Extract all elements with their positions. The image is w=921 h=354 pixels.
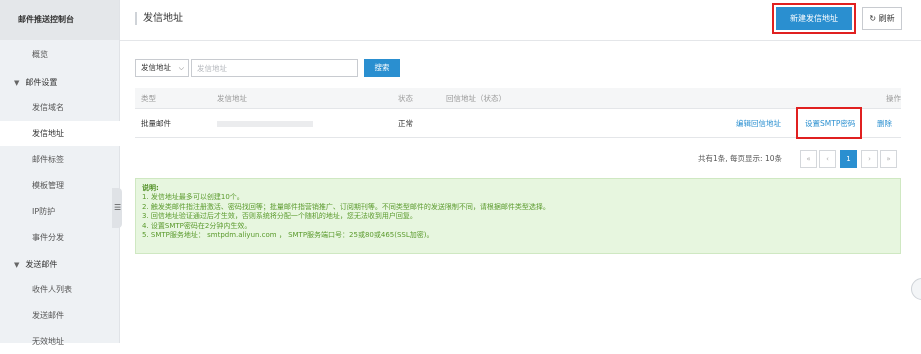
header: 发信地址 新建发信地址 ↻ 刷新: [120, 0, 921, 40]
collapse-icon: ☰: [114, 203, 122, 212]
edit-reply-address-link[interactable]: 编辑回信地址: [736, 109, 781, 138]
header-divider: [120, 40, 921, 41]
sidebar-item-overview[interactable]: 概览: [0, 42, 120, 67]
highlight-box: [772, 3, 856, 34]
pagination-summary: 共有1条, 每页显示: 10条: [698, 154, 782, 163]
next-page-button[interactable]: ›: [861, 150, 878, 168]
column-header-operations: 操作: [886, 94, 901, 103]
column-header-type: 类型: [141, 94, 156, 103]
sidebar-group-send-mail[interactable]: ▼ 发送邮件: [0, 252, 120, 277]
filter-field-select[interactable]: 发信地址 ⌵: [135, 59, 189, 77]
sidebar-item-sender-address[interactable]: 发信地址: [0, 121, 120, 146]
sidebar-item-label: 事件分发: [32, 233, 64, 242]
sidebar-group-mail-settings[interactable]: ▼ 邮件设置: [0, 70, 120, 95]
sidebar-item-label: 收件人列表: [32, 285, 72, 294]
sidebar-item-label: 邮件标签: [32, 155, 64, 164]
triangle-down-icon: ▼: [14, 261, 20, 269]
sidebar-item-label: 无效地址: [32, 337, 64, 346]
column-header-status: 状态: [398, 94, 413, 103]
first-page-button[interactable]: «: [800, 150, 817, 168]
notice-line: 4. 设置SMTP密码在2分钟内生效。: [142, 221, 252, 230]
sidebar-item-sender-domain[interactable]: 发信域名: [0, 95, 120, 120]
column-header-reply-address: 回信地址（状态）: [446, 94, 506, 103]
sender-address-table: 类型 发信地址 状态 回信地址（状态） 操作 批量邮件 正常 编辑回信地址 设置…: [135, 88, 901, 138]
sidebar-group-label: 邮件设置: [25, 78, 58, 87]
sidebar-item-label: 模板管理: [32, 181, 64, 190]
notice-box: 说明: 1. 发信地址最多可以创建10个。 2. 触发类邮件指注册激活、密码找回…: [135, 178, 901, 254]
sidebar-item-recipient-list[interactable]: 收件人列表: [0, 277, 120, 302]
sidebar-item-label: 发送邮件: [32, 311, 64, 320]
notice-line: 1. 发信地址最多可以创建10个。: [142, 193, 244, 202]
table-row: 批量邮件 正常 编辑回信地址 设置SMTP密码 删除: [135, 109, 901, 138]
notice-line: 5. SMTP服务地址： smtpdm.aliyun.com ， SMTP服务端…: [142, 231, 434, 240]
floating-help-button[interactable]: [911, 278, 921, 300]
page-title: 发信地址: [135, 12, 183, 25]
redacted-address: [217, 121, 313, 127]
filter-select-value: 发信地址: [141, 63, 171, 72]
sidebar-collapse-handle[interactable]: ☰: [112, 188, 122, 228]
notice-line: 3. 回信地址验证通过后才生效，否则系统将分配一个随机的地址，您无法收到用户回复…: [142, 212, 417, 221]
sidebar-group-label: 发送邮件: [25, 260, 58, 269]
sidebar-item-templates[interactable]: 模板管理: [0, 173, 120, 198]
pagination: 共有1条, 每页显示: 10条 « ‹ 1 › »: [120, 147, 900, 171]
console-title: 邮件推送控制台: [0, 0, 119, 40]
sidebar-item-label: 发信域名: [32, 103, 64, 112]
sidebar-item-label: 概览: [32, 50, 48, 59]
cell-type: 批量邮件: [141, 119, 171, 128]
refresh-icon: ↻: [869, 14, 877, 23]
notice-line: 2. 触发类邮件指注册激活、密码找回等；批量邮件指营销推广、订阅期刊等。不同类型…: [142, 202, 550, 211]
prev-page-button[interactable]: ‹: [819, 150, 836, 168]
notice-title: 说明:: [142, 184, 159, 192]
sidebar-item-ip-protection[interactable]: IP防护: [0, 199, 120, 224]
delete-link[interactable]: 删除: [877, 109, 892, 138]
triangle-down-icon: ▼: [14, 79, 20, 87]
refresh-label: 刷新: [878, 14, 895, 23]
search-input[interactable]: [191, 59, 358, 77]
highlight-box: [796, 107, 862, 139]
sidebar-item-event-dispatch[interactable]: 事件分发: [0, 225, 120, 250]
sidebar-item-label: IP防护: [32, 207, 56, 216]
sidebar-item-invalid-address[interactable]: 无效地址: [0, 329, 120, 354]
cell-status: 正常: [398, 119, 413, 128]
column-header-address: 发信地址: [217, 94, 247, 103]
sidebar-item-send-mail[interactable]: 发送邮件: [0, 303, 120, 328]
table-header: 类型 发信地址 状态 回信地址（状态） 操作: [135, 88, 901, 109]
refresh-button[interactable]: ↻ 刷新: [862, 7, 902, 30]
chevron-down-icon: ⌵: [178, 64, 184, 72]
search-button[interactable]: 搜索: [364, 59, 400, 77]
sidebar: 邮件推送控制台 概览 ▼ 邮件设置 发信域名 发信地址 邮件标签 模板管理 IP防…: [0, 0, 120, 346]
sidebar-item-label: 发信地址: [32, 129, 64, 138]
sidebar-item-mail-tags[interactable]: 邮件标签: [0, 147, 120, 172]
page-1-button[interactable]: 1: [840, 150, 857, 168]
last-page-button[interactable]: »: [880, 150, 897, 168]
